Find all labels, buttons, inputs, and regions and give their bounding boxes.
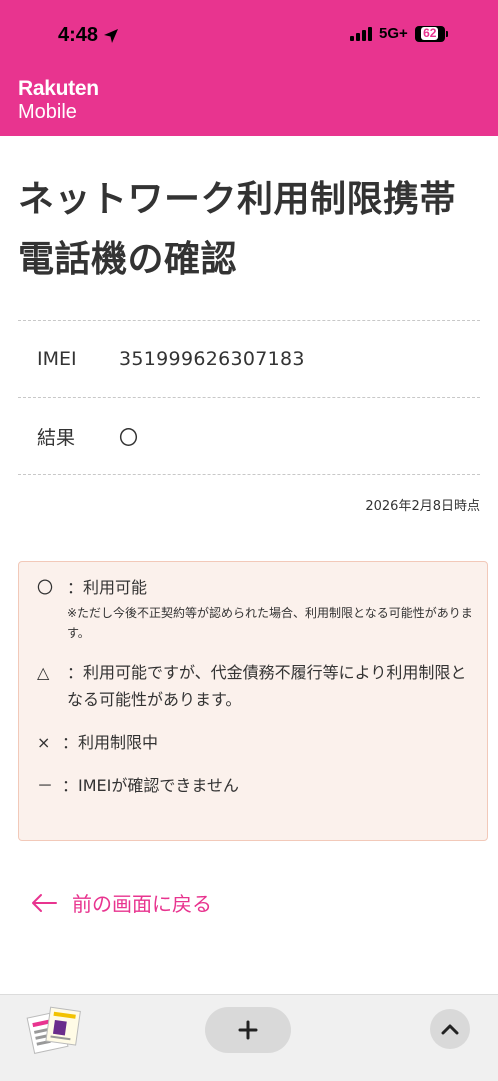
legend-text: ：IMEIが確認できません — [62, 776, 239, 795]
check-timestamp: 2026年2月8日時点 — [365, 499, 480, 514]
legend-symbol: × — [37, 733, 51, 752]
legend-item-possible-restriction: △ ：利用可能ですが、代金債務不履行等により利用制限となる可能性があります。 — [37, 659, 477, 713]
result-label: 結果 — [37, 426, 76, 449]
brand-line-2: Mobile — [18, 101, 77, 123]
browser-toolbar — [0, 994, 498, 1081]
plus-icon — [238, 1020, 258, 1040]
back-link-label: 前の画面に戻る — [72, 892, 212, 916]
tab-preview-icon — [26, 1006, 81, 1054]
battery-icon: 62 — [414, 25, 448, 42]
legend-symbol: － — [37, 776, 54, 795]
legend-symbol: △ — [37, 663, 50, 682]
legend-item-unknown: － ：IMEIが確認できません — [37, 772, 477, 799]
legend-symbol: 〇 — [37, 578, 54, 597]
status-time-text: 4:48 — [58, 24, 99, 46]
result-value: 〇 — [119, 426, 139, 449]
brand-line-1: Rakuten — [18, 77, 99, 100]
page-title: ネットワーク利用制限携帯電話機の確認 — [18, 179, 457, 280]
status-indicators: 5G+ 62 — [350, 25, 448, 42]
back-link[interactable]: 前の画面に戻る — [30, 888, 212, 917]
arrow-left-icon — [32, 893, 57, 912]
imei-value: 351999626307183 — [119, 348, 305, 370]
result-row: 結果 〇 — [18, 398, 480, 475]
status-time: 4:48 — [58, 24, 119, 47]
legend-box: 〇 ：利用可能 ※ただし今後不正契約等が認められた場合、利用制限となる可能性があ… — [18, 561, 488, 841]
signal-icon — [350, 26, 372, 41]
new-tab-button[interactable] — [205, 1007, 291, 1053]
legend-item-available: 〇 ：利用可能 — [37, 574, 477, 601]
result-table: IMEI 351999626307183 結果 〇 — [18, 320, 480, 475]
imei-row: IMEI 351999626307183 — [18, 321, 480, 398]
location-arrow-icon — [104, 28, 119, 43]
legend-text: ：利用可能 — [67, 578, 148, 597]
legend-text: ：利用制限中 — [62, 733, 159, 752]
imei-label: IMEI — [37, 348, 77, 370]
tab-thumbnail[interactable] — [24, 1003, 82, 1055]
legend-note: ※ただし今後不正契約等が認められた場合、利用制限となる可能性があります。 — [67, 606, 473, 640]
legend-text: ：利用可能ですが、代金債務不履行等により利用制限となる可能性があります。 — [67, 663, 467, 709]
network-label: 5G+ — [379, 25, 408, 42]
chevron-up-icon — [441, 1024, 459, 1035]
header: 4:48 5G+ 62 Rakuten Mobile — [0, 0, 498, 136]
scroll-up-button[interactable] — [430, 1009, 470, 1049]
legend-item-restricted: × ：利用制限中 — [37, 729, 477, 756]
brand-logo[interactable]: Rakuten Mobile — [18, 78, 99, 124]
battery-level: 62 — [421, 26, 439, 40]
